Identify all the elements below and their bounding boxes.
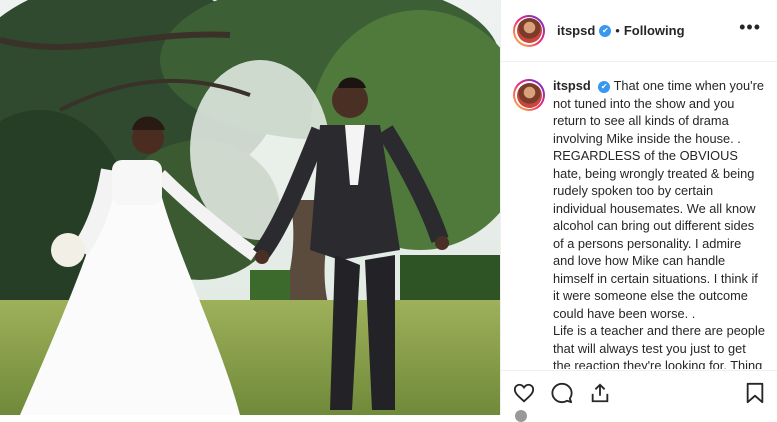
heart-icon[interactable]	[511, 380, 537, 406]
caption-avatar[interactable]	[513, 79, 545, 111]
post-action-bar	[501, 370, 777, 415]
share-icon[interactable]	[587, 380, 613, 406]
caption-username-link[interactable]: itspsd	[553, 78, 591, 93]
post-side-panel: itspsd ✔ • Following ••• itspsd ✔ That o…	[500, 0, 777, 422]
liked-by-avatar[interactable]	[515, 410, 527, 422]
following-button[interactable]: Following	[624, 23, 685, 38]
avatar[interactable]	[513, 14, 545, 47]
caption-paragraph-1: That one time when you're not tuned into…	[553, 78, 764, 321]
post-photo[interactable]	[0, 0, 500, 415]
bookmark-icon[interactable]	[742, 380, 768, 406]
comment-icon[interactable]	[549, 380, 575, 406]
more-options-icon[interactable]: •••	[739, 18, 761, 40]
post-header: itspsd ✔ • Following •••	[501, 0, 777, 62]
verified-badge-icon: ✔	[599, 24, 612, 37]
avatar-image	[516, 18, 542, 43]
username-link[interactable]: itspsd	[557, 23, 595, 38]
caption-paragraph-2: Life is a teacher and there are people t…	[553, 323, 766, 369]
caption-area: itspsd ✔ That one time when you're not t…	[501, 63, 777, 369]
caption-verified-badge-icon: ✔	[598, 81, 611, 93]
separator-dot: •	[615, 23, 620, 38]
caption-text: itspsd ✔ That one time when you're not t…	[553, 77, 766, 369]
